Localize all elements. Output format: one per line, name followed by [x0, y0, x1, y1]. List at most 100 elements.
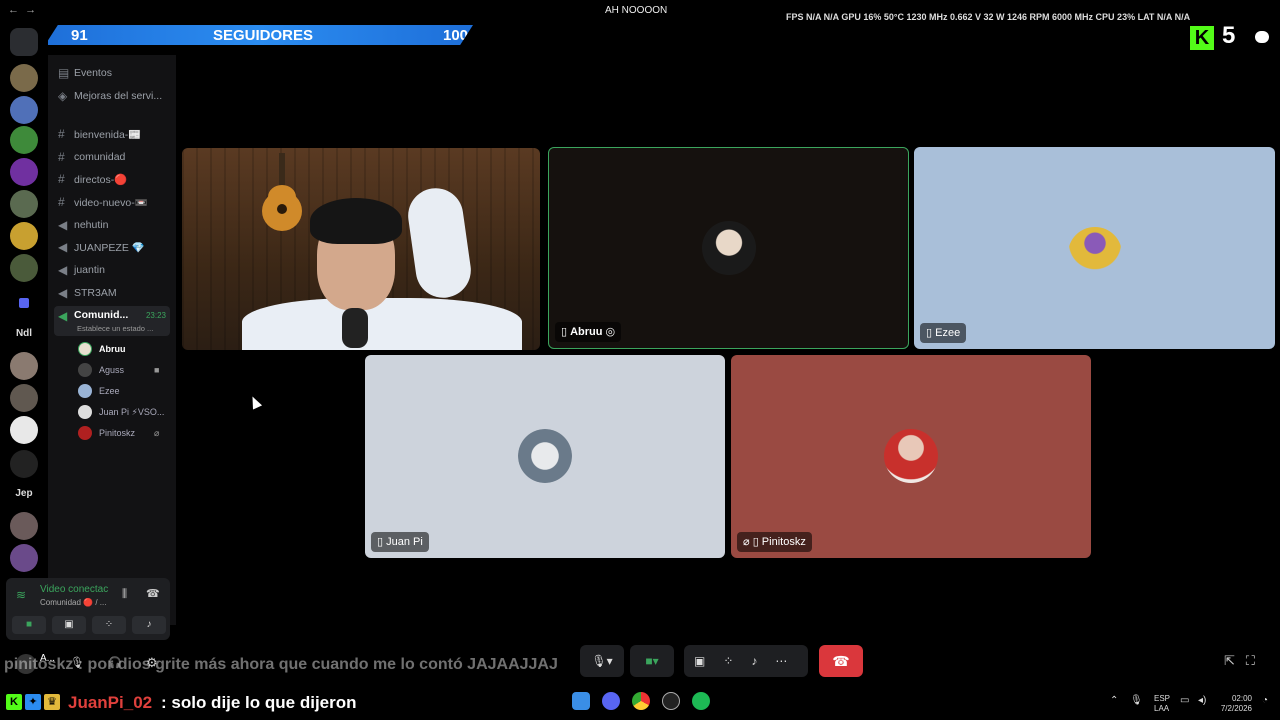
server-text-ndl[interactable]: Ndl: [6, 328, 42, 339]
video-tile-juan-pi[interactable]: ▯ Juan Pi: [365, 355, 725, 558]
soundboard-icon[interactable]: ♪: [751, 654, 775, 668]
avatar: [78, 342, 92, 356]
video-tile-ezee[interactable]: ▯ Ezee: [914, 147, 1275, 349]
server-icon[interactable]: [10, 190, 38, 218]
sidebar-item-boosts[interactable]: ◈ Mejoras del servi...: [58, 87, 162, 105]
voice-user[interactable]: Abruu: [78, 341, 126, 357]
tile-name-label: ▯ Juan Pi: [371, 532, 429, 552]
calendar-icon: ▤: [58, 66, 70, 80]
boost-icon: ◈: [58, 89, 68, 103]
server-icon[interactable]: [10, 450, 38, 478]
server-text-jep[interactable]: Jep: [6, 488, 42, 499]
language-indicator[interactable]: ESP LAA: [1154, 694, 1170, 714]
sidebar-item-juantin[interactable]: ◀ juantin: [58, 261, 105, 279]
video-tile-streamer-camera[interactable]: [182, 148, 540, 350]
sidebar-item-juanpeze[interactable]: ◀ JUANPEZE 💎: [58, 238, 145, 256]
voice-user[interactable]: Ezee: [78, 383, 120, 399]
server-icon[interactable]: [10, 126, 38, 154]
hangup-button[interactable]: ☎: [819, 645, 863, 677]
mobile-icon: ▯: [752, 536, 762, 548]
channel-status[interactable]: Establece un estado ...: [77, 324, 153, 333]
video-tile-pinitoskz[interactable]: ⌀ ▯ Pinitoskz: [731, 355, 1091, 558]
clock[interactable]: 02:00 7/2/2026: [1216, 694, 1252, 714]
microphone-button[interactable]: 🎙▾: [580, 645, 624, 677]
voice-user[interactable]: Juan Pi ⚡VSO...: [78, 404, 164, 420]
screen-share-icon[interactable]: ▣: [694, 654, 723, 668]
overlay-chat-line: K ✦ ♛ JuanPi_02 : solo dije lo que dijer…: [0, 688, 560, 720]
chat-username: JuanPi_02: [68, 693, 153, 712]
server-icon[interactable]: [10, 222, 38, 250]
signal-icon: ≋: [16, 588, 27, 602]
tile-name-label: ▯ Ezee: [920, 323, 967, 343]
video-tile-abruu[interactable]: ▯ Abruu ◎: [548, 147, 909, 349]
avatar: [1068, 227, 1122, 281]
speaker-icon: ◀: [58, 240, 68, 254]
discord-home-icon[interactable]: [10, 28, 38, 56]
server-icon[interactable]: [10, 352, 38, 380]
avatar: [78, 405, 92, 419]
voice-status: Video conectac: [40, 584, 109, 595]
sidebar-item-nehutin[interactable]: ◀ nehutin: [58, 216, 108, 234]
nav-arrows[interactable]: ← →: [8, 4, 36, 16]
volume-icon[interactable]: ◂): [1198, 695, 1206, 706]
fullscreen-icon[interactable]: ⛶: [1246, 653, 1255, 668]
tile-name-label: ⌀ ▯ Pinitoskz: [737, 532, 812, 552]
chat-badges: K ✦ ♛: [6, 694, 60, 710]
camera-button[interactable]: ■: [12, 616, 46, 634]
soundboard-button[interactable]: ♪: [132, 616, 166, 634]
chrome-icon[interactable]: [632, 692, 650, 710]
microphone-tray-icon[interactable]: 🎙: [1130, 695, 1143, 706]
mobile-icon: ▯: [561, 326, 571, 338]
deafened-icon: ⌀: [743, 536, 753, 548]
chevron-up-icon[interactable]: ⌃: [1110, 695, 1118, 706]
server-icon[interactable]: [10, 96, 38, 124]
server-icon[interactable]: [10, 254, 38, 282]
avatar: [884, 429, 938, 483]
more-icon[interactable]: ⋯: [775, 654, 805, 668]
followers-goal-bar: 91 SEGUIDORES 100: [45, 25, 473, 45]
taskbar: [572, 692, 710, 710]
overlay-chat-faded: pinitoskz : por dios grite más ahora que…: [4, 656, 558, 673]
screen-share-button[interactable]: ▣: [52, 616, 86, 634]
activities-icon[interactable]: ⁘: [723, 654, 751, 668]
sidebar-item-comunidad[interactable]: # comunidad: [58, 148, 125, 166]
sidebar-item-directos[interactable]: # directos-🔴: [58, 170, 127, 188]
sidebar-item-str3am[interactable]: ◀ STR3AM: [58, 284, 117, 302]
disconnect-icon[interactable]: ☎: [146, 587, 160, 600]
avatar: [78, 363, 92, 377]
server-icon[interactable]: [10, 158, 38, 186]
windows-start-icon[interactable]: [572, 692, 590, 710]
voice-user[interactable]: Pinitoskz ⌀: [78, 425, 159, 441]
forward-icon[interactable]: →: [25, 4, 36, 16]
sidebar-item-eventos[interactable]: ▤ Eventos: [58, 64, 112, 82]
server-icon[interactable]: [10, 64, 38, 92]
hash-icon: #: [58, 127, 65, 141]
noise-suppression-icon[interactable]: ⫼: [122, 588, 127, 601]
guitar-image: [262, 153, 302, 231]
server-icon[interactable]: [10, 384, 38, 412]
window-titlebar: ← → AH NOOOON FPS N/A N/A GPU 16% 50°C 1…: [0, 0, 1280, 22]
server-icon[interactable]: [10, 512, 38, 540]
avatar: [78, 426, 92, 440]
back-icon[interactable]: ←: [8, 4, 19, 16]
sidebar-item-video-nuevo[interactable]: # video-nuevo-📼: [58, 193, 148, 211]
popout-icon[interactable]: ⇱: [1224, 653, 1235, 668]
voice-user[interactable]: Aguss ■: [78, 362, 159, 378]
discord-icon[interactable]: [602, 692, 620, 710]
activities-button[interactable]: ⁘: [92, 616, 126, 634]
folder-icon[interactable]: [10, 290, 38, 318]
network-icon[interactable]: ▭: [1180, 695, 1189, 706]
server-icon[interactable]: [10, 544, 38, 572]
sidebar-item-active-voice[interactable]: ◀ Comunid... 23:23 Establece un estado .…: [54, 306, 170, 336]
camera-button[interactable]: ■▾: [630, 645, 674, 677]
voice-location[interactable]: Comunidad 🔴 / ...: [40, 598, 106, 607]
channel-timer: 23:23: [145, 311, 166, 320]
obs-icon[interactable]: [662, 692, 680, 710]
avatar: [78, 384, 92, 398]
notification-icon[interactable]: ◔: [1262, 695, 1268, 706]
deafened-icon: ⌀: [154, 427, 160, 438]
server-icon[interactable]: [10, 416, 38, 444]
hash-icon: #: [58, 172, 65, 186]
spotify-icon[interactable]: [692, 692, 710, 710]
sidebar-item-bienvenida[interactable]: # bienvenida-📰: [58, 125, 141, 143]
